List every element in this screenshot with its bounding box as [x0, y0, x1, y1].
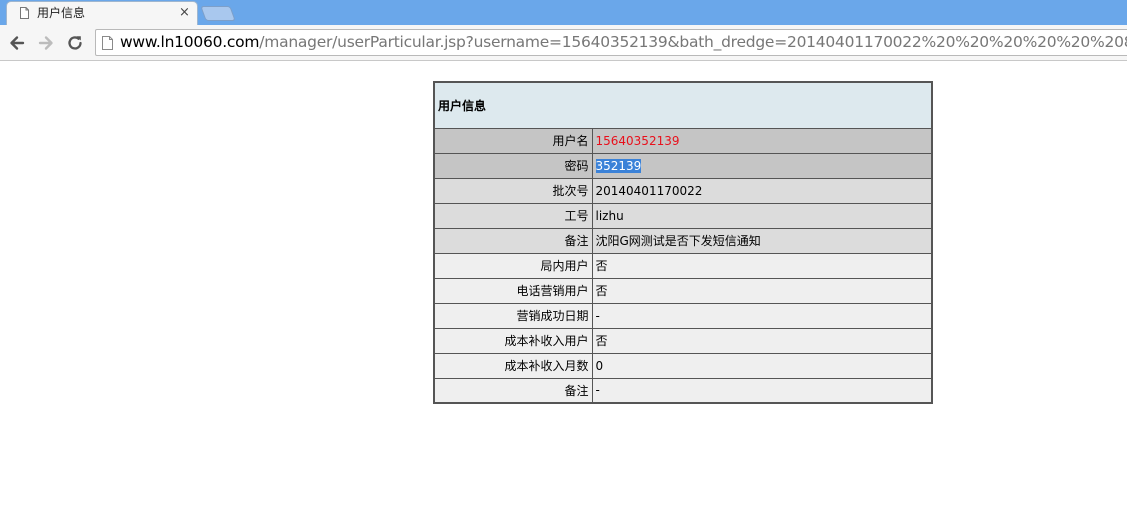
table-title: 用户信息	[433, 81, 933, 129]
tab-strip: 用户信息 ×	[0, 0, 1127, 25]
row-value: lizhu	[591, 202, 933, 229]
page-icon	[20, 7, 29, 19]
table-row: 成本补收入用户 否	[433, 327, 933, 354]
table-row: 局内用户 否	[433, 252, 933, 279]
row-label: 成本补收入用户	[433, 327, 593, 354]
table-row: 工号 lizhu	[433, 202, 933, 229]
table-row: 备注 -	[433, 377, 933, 404]
row-label: 电话营销用户	[433, 277, 593, 304]
page-info-icon	[102, 36, 113, 50]
row-value: 否	[591, 277, 933, 304]
row-label: 批次号	[433, 177, 593, 204]
row-label: 工号	[433, 202, 593, 229]
tab-title: 用户信息	[37, 6, 86, 20]
row-label: 成本补收入月数	[433, 352, 593, 379]
row-label: 备注	[433, 377, 593, 404]
table-row: 电话营销用户 否	[433, 277, 933, 304]
tab-close-icon[interactable]: ×	[179, 5, 190, 21]
new-tab-button[interactable]	[200, 6, 236, 21]
table-row: 营销成功日期 -	[433, 302, 933, 329]
username-value: 15640352139	[591, 127, 933, 154]
row-value: 沈阳G网测试是否下发短信通知	[591, 227, 933, 254]
row-label: 用户名	[433, 127, 593, 154]
row-value: -	[591, 302, 933, 329]
address-bar[interactable]: www.ln10060.com/manager/userParticular.j…	[95, 29, 1127, 56]
table-row: 备注 沈阳G网测试是否下发短信通知	[433, 227, 933, 254]
forward-arrow-icon[interactable]	[36, 33, 56, 53]
password-value: 352139	[591, 152, 933, 179]
row-label: 局内用户	[433, 252, 593, 279]
url-path: /manager/userParticular.jsp?username=156…	[259, 33, 1127, 51]
row-label: 密码	[433, 152, 593, 179]
row-label: 营销成功日期	[433, 302, 593, 329]
row-value: 否	[591, 252, 933, 279]
tab-user-info[interactable]: 用户信息 ×	[6, 1, 198, 25]
table-row: 批次号 20140401170022	[433, 177, 933, 204]
row-value: 0	[591, 352, 933, 379]
browser-toolbar: www.ln10060.com/manager/userParticular.j…	[0, 25, 1127, 61]
row-value: 20140401170022	[591, 177, 933, 204]
row-value: -	[591, 377, 933, 404]
url-host: www.ln10060.com	[120, 33, 260, 51]
url-text: www.ln10060.com/manager/userParticular.j…	[120, 33, 1127, 52]
row-value: 否	[591, 327, 933, 354]
reload-icon[interactable]	[65, 33, 85, 53]
table-row: 密码 352139	[433, 152, 933, 179]
user-info-table: 用户信息 用户名 15640352139 密码 352139 批次号 20140…	[433, 81, 933, 404]
selected-password-text: 352139	[595, 158, 642, 173]
table-row: 成本补收入月数 0	[433, 352, 933, 379]
table-row: 用户名 15640352139	[433, 127, 933, 154]
row-label: 备注	[433, 227, 593, 254]
back-arrow-icon[interactable]	[7, 33, 27, 53]
username-text: 15640352139	[595, 133, 680, 148]
table-header-row: 用户信息	[433, 81, 933, 129]
